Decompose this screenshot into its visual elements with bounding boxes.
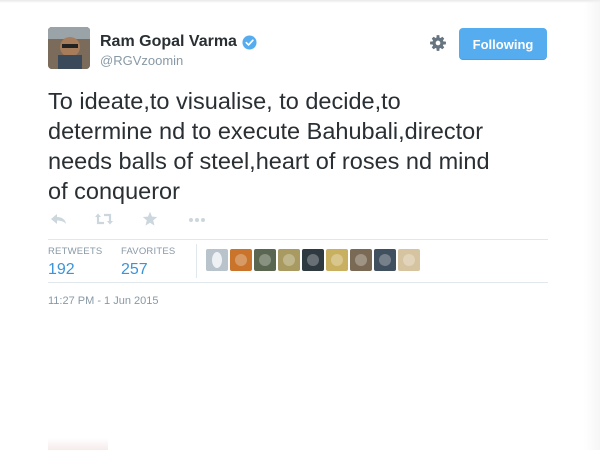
tweet-card: Ram Gopal Varma @RGVzoomin Following To …	[0, 0, 600, 450]
avatar-image	[48, 27, 90, 69]
gear-icon[interactable]	[429, 34, 447, 52]
retweets-label: RETWEETS	[48, 246, 103, 257]
tweet-text: To ideate,to visualise, to decide,to det…	[48, 88, 490, 204]
favoriter-avatar[interactable]	[350, 249, 372, 271]
favoriter-avatar[interactable]	[206, 249, 228, 271]
favoriter-avatar-face	[331, 254, 343, 266]
favoriter-avatar[interactable]	[254, 249, 276, 271]
stats-separator	[196, 244, 197, 278]
favoriter-avatar-face	[259, 254, 271, 266]
display-name-text[interactable]: Ram Gopal Varma	[100, 33, 237, 51]
display-name[interactable]: Ram Gopal Varma	[100, 33, 257, 51]
reply-icon[interactable]	[50, 211, 68, 227]
favoriter-avatar[interactable]	[278, 249, 300, 271]
stats-divider-top	[48, 239, 548, 240]
retweets-stat[interactable]: RETWEETS 192	[48, 246, 102, 279]
top-border	[0, 0, 600, 3]
favoriter-avatar[interactable]	[302, 249, 324, 271]
favoriter-avatar-face	[212, 252, 222, 268]
favorites-stat[interactable]: FAVORITES 257	[121, 246, 175, 279]
favoriter-avatar-face	[307, 254, 319, 266]
favorites-label: FAVORITES	[121, 246, 176, 257]
favoriter-avatar[interactable]	[326, 249, 348, 271]
favoriters-avatars	[206, 249, 420, 273]
favoriter-avatar-face	[283, 254, 295, 266]
favorites-count[interactable]: 257	[121, 261, 175, 279]
favoriter-avatar-face	[403, 254, 415, 266]
tweet-timestamp[interactable]: 11:27 PM - 1 Jun 2015	[48, 295, 158, 307]
favoriter-avatar-face	[379, 254, 391, 266]
page-edge-shadow	[584, 0, 600, 450]
stats-divider-bottom	[48, 282, 548, 283]
bottom-faint-artifact	[48, 438, 108, 450]
following-button[interactable]: Following	[459, 28, 547, 60]
retweets-count[interactable]: 192	[48, 261, 102, 279]
avatar[interactable]	[48, 27, 90, 69]
favoriter-avatar[interactable]	[374, 249, 396, 271]
favoriter-avatar-face	[355, 254, 367, 266]
verified-badge-icon	[242, 34, 257, 50]
more-icon[interactable]	[188, 211, 206, 227]
favoriter-avatar[interactable]	[230, 249, 252, 271]
username-handle[interactable]: @RGVzoomin	[100, 53, 183, 68]
favoriter-avatar-face	[235, 254, 247, 266]
favorite-icon[interactable]	[142, 211, 158, 227]
retweet-icon[interactable]	[94, 211, 114, 227]
favoriter-avatar[interactable]	[398, 249, 420, 271]
